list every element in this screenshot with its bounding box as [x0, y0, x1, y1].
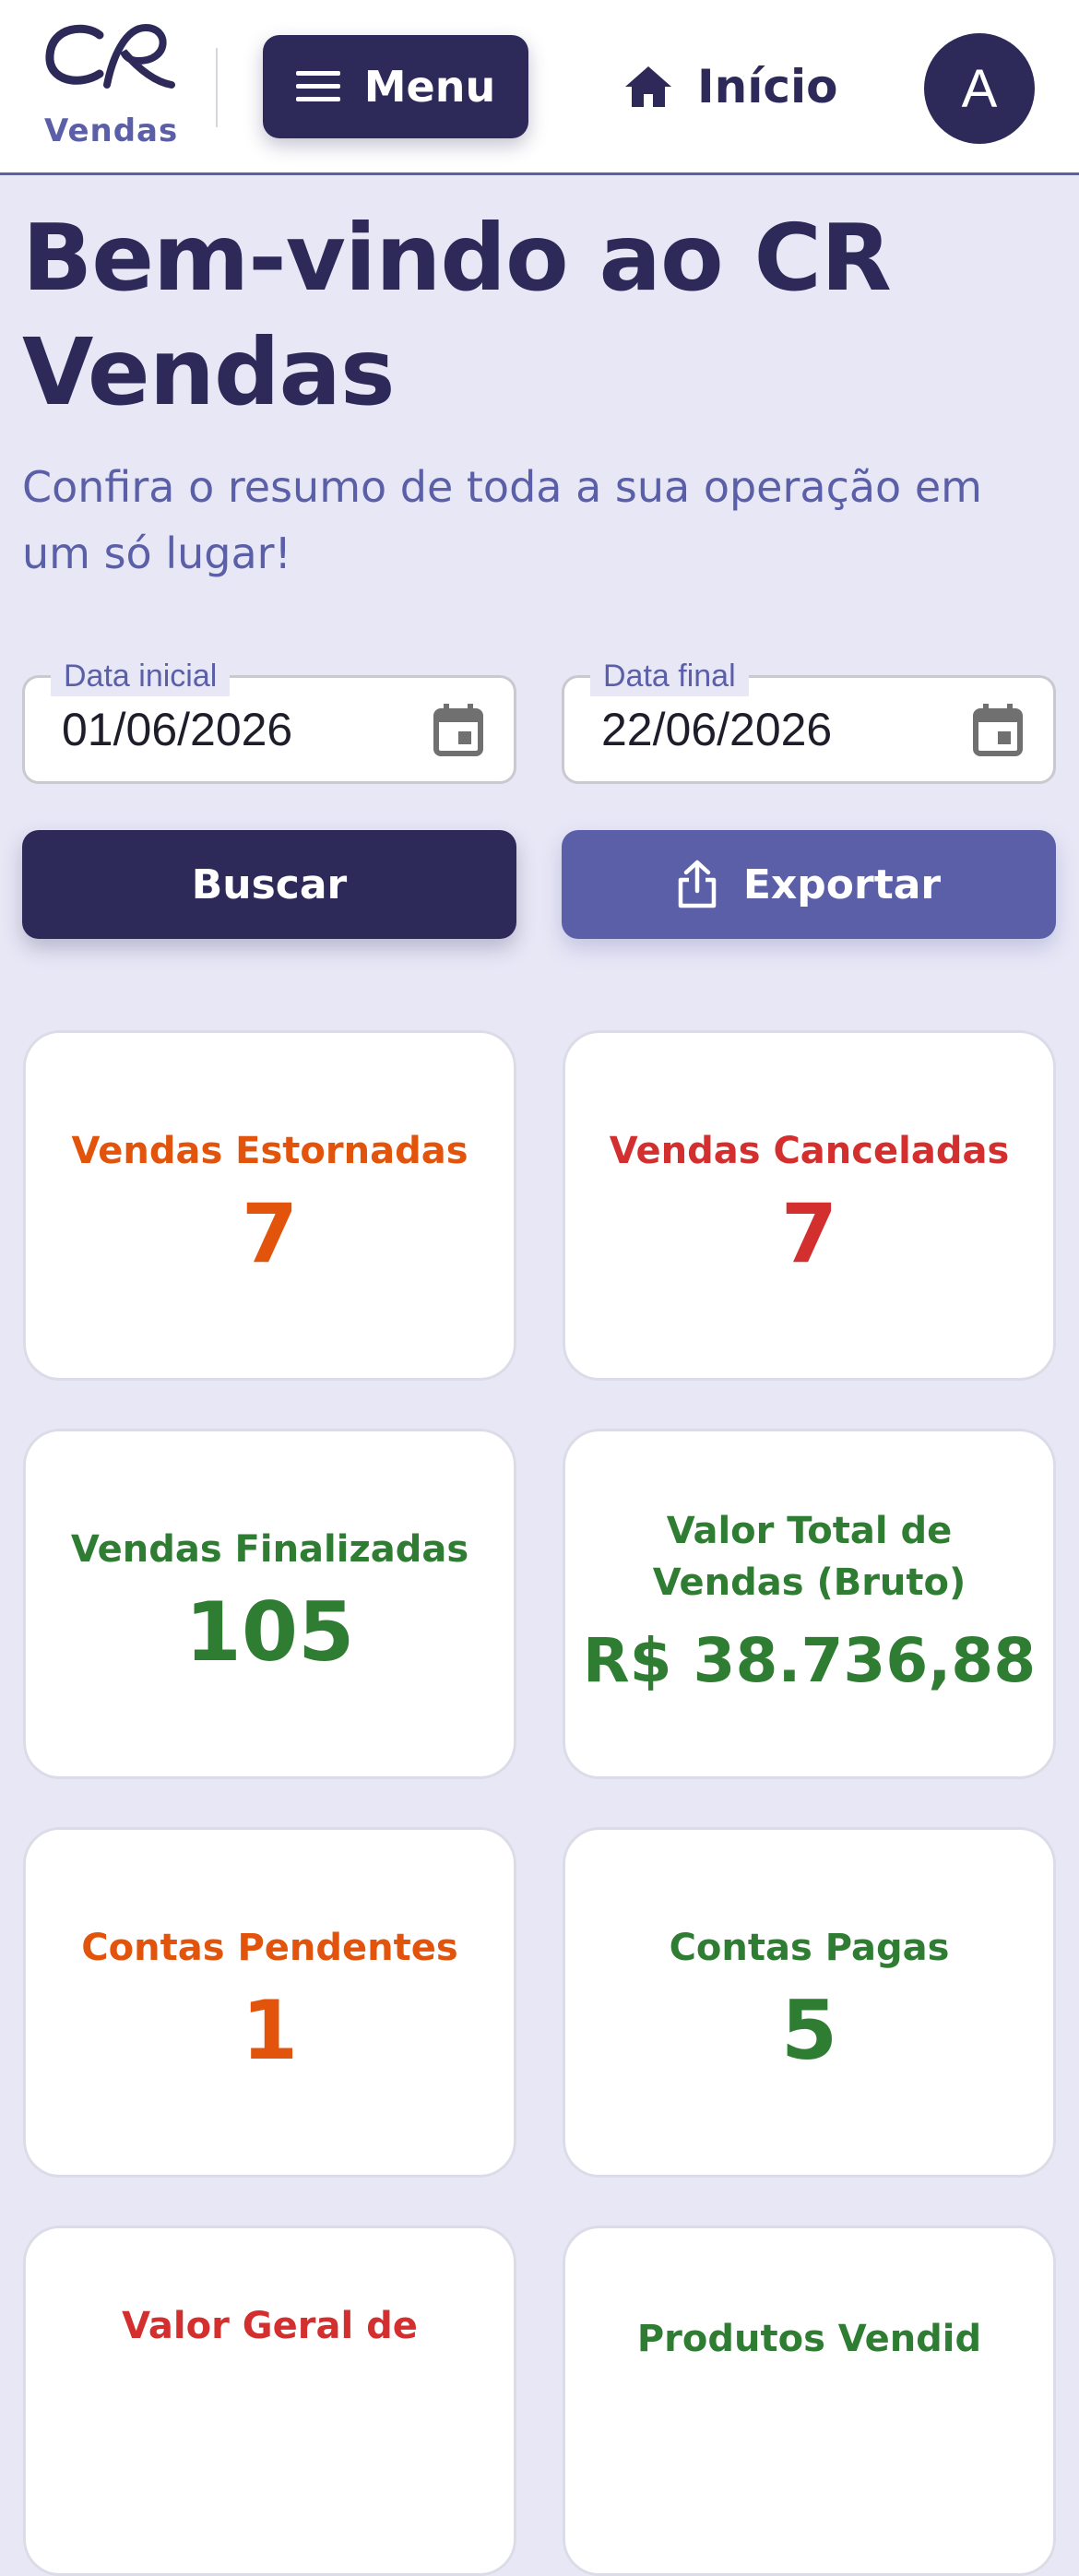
search-button[interactable]: Buscar [22, 830, 516, 939]
page-subtitle: Confira o resumo de toda a sua operação … [22, 462, 982, 578]
home-icon [625, 66, 671, 107]
card-value: 105 [184, 1585, 355, 1680]
header-divider [216, 48, 218, 127]
logo[interactable]: Vendas [37, 20, 184, 159]
home-link[interactable]: Início [623, 53, 837, 120]
app-header: Vendas Menu Início A [0, 0, 1079, 175]
card-label: Valor Geral de [122, 2305, 418, 2347]
logo-mark-icon [45, 23, 175, 89]
card-value: 1 [241, 1983, 299, 2078]
end-date-value[interactable]: 22/06/2026 [601, 700, 832, 759]
card-vendas-finalizadas[interactable]: Vendas Finalizadas 105 [23, 1429, 516, 1779]
card-label: Contas Pendentes [81, 1927, 458, 1969]
card-contas-pagas[interactable]: Contas Pagas 5 [563, 1827, 1056, 2178]
share-export-icon [678, 860, 717, 908]
end-date-field[interactable]: Data final 22/06/2026 [562, 656, 1056, 784]
card-value: 5 [780, 1983, 838, 2078]
export-button[interactable]: Exportar [562, 830, 1056, 939]
export-button-label: Exportar [742, 861, 942, 908]
start-date-field[interactable]: Data inicial 01/06/2026 [22, 656, 516, 784]
menu-button-label: Menu [363, 62, 496, 112]
card-label: Vendas Finalizadas [70, 1528, 469, 1571]
card-produtos-vendidos[interactable]: Produtos Vendid [563, 2226, 1056, 2576]
calendar-icon[interactable] [972, 702, 1024, 757]
card-vendas-canceladas[interactable]: Vendas Canceladas 7 [563, 1030, 1056, 1381]
card-value: 7 [241, 1186, 299, 1281]
card-contas-pendentes[interactable]: Contas Pendentes 1 [23, 1827, 516, 2178]
logo-text: Vendas [44, 113, 179, 149]
home-link-label: Início [697, 60, 838, 113]
card-vendas-estornadas[interactable]: Vendas Estornadas 7 [23, 1030, 516, 1381]
card-valor-geral[interactable]: Valor Geral de [23, 2226, 516, 2576]
search-button-label: Buscar [191, 861, 348, 908]
card-value: R$ 38.736,88 [582, 1625, 1037, 1696]
avatar[interactable]: A [924, 33, 1035, 144]
card-value: 7 [780, 1186, 838, 1281]
page-title: Bem-vindo ao CR Vendas [22, 204, 892, 426]
card-label: Vendas Canceladas [609, 1130, 1010, 1172]
card-label: Vendas Estornadas [71, 1130, 468, 1172]
end-date-label: Data final [590, 656, 749, 696]
start-date-value[interactable]: 01/06/2026 [62, 700, 292, 759]
menu-button[interactable]: Menu [263, 35, 528, 138]
start-date-label: Data inicial [51, 656, 231, 696]
card-valor-total-vendas[interactable]: Valor Total de Vendas (Bruto) R$ 38.736,… [563, 1429, 1056, 1779]
calendar-icon[interactable] [433, 702, 484, 757]
hamburger-icon [295, 71, 340, 101]
card-label: Valor Total de Vendas (Bruto) [652, 1510, 966, 1604]
card-label: Contas Pagas [669, 1927, 950, 1969]
card-label: Produtos Vendid [636, 2318, 982, 2360]
